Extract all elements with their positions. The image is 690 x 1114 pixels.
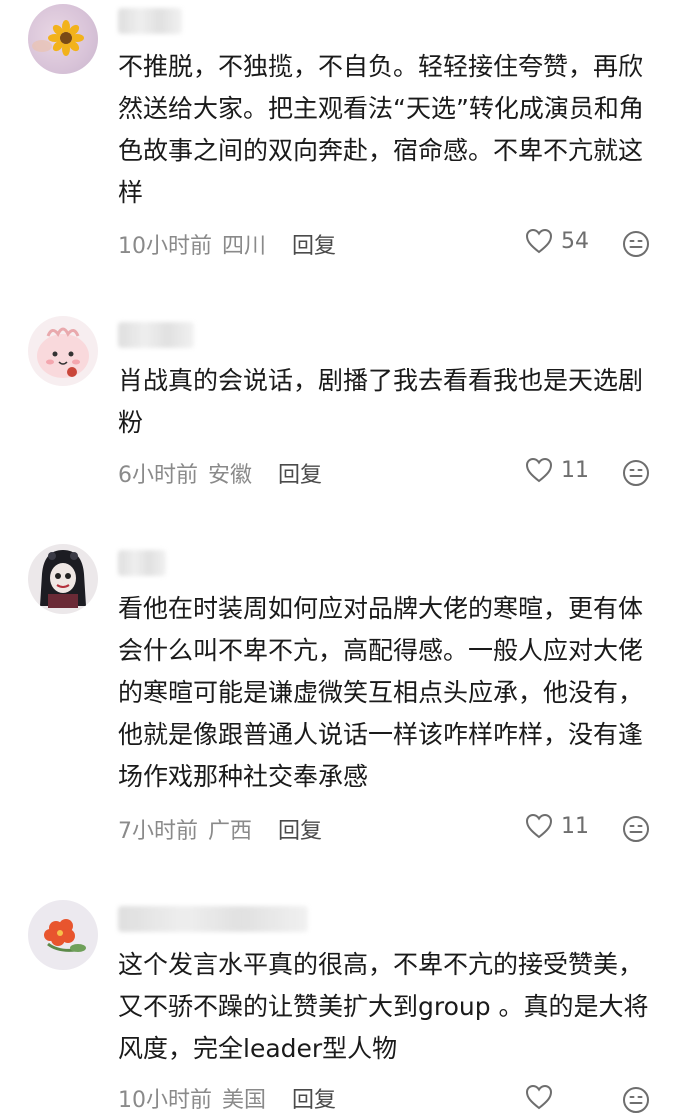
comment-text: 这个发言水平真的很高，不卑不亢的接受赞美，又不骄不躁的让赞美扩大到group 。…	[118, 950, 649, 1063]
comment-text: 看他在时装周如何应对品牌大佬的寒暄，更有体会什么叫不卑不亢，高配得感。一般人应对…	[118, 594, 644, 791]
emoji-button[interactable]	[622, 815, 650, 843]
heart-outline-icon	[525, 457, 553, 483]
reply-button[interactable]: 回复	[278, 457, 322, 489]
emoji-button[interactable]	[622, 459, 650, 487]
flower-avatar-icon	[44, 919, 86, 952]
username-blurred[interactable]	[118, 906, 308, 932]
username-blurred[interactable]	[118, 322, 194, 348]
cartoon-avatar-icon	[37, 327, 89, 378]
avatar[interactable]	[28, 4, 98, 74]
emoji-button[interactable]	[622, 230, 650, 258]
reply-button[interactable]: 回复	[292, 228, 336, 260]
comment-meta: 6小时前 安徽 回复	[118, 457, 322, 489]
sunflower-avatar-icon	[32, 20, 84, 56]
username-blurred[interactable]	[118, 8, 182, 34]
like-count: 11	[561, 457, 589, 483]
like-count: 11	[561, 813, 589, 839]
comment-text: 肖战真的会说话，剧播了我去看看我也是天选剧粉	[118, 366, 644, 437]
heart-outline-icon	[525, 228, 553, 254]
avatar[interactable]	[28, 900, 98, 970]
smiley-icon	[623, 460, 649, 486]
heart-outline-icon	[525, 813, 553, 839]
comment-meta: 10小时前 四川 回复	[118, 228, 336, 260]
comment-location: 安徽	[208, 463, 253, 488]
comment-location: 美国	[222, 1088, 267, 1113]
heart-outline-icon	[525, 1084, 553, 1110]
like-button[interactable]	[525, 1084, 561, 1110]
smiley-icon	[623, 1087, 649, 1113]
reply-button[interactable]: 回复	[278, 813, 322, 845]
smiley-icon	[623, 231, 649, 257]
smiley-icon	[623, 816, 649, 842]
like-button[interactable]: 54	[525, 228, 589, 254]
like-button[interactable]: 11	[525, 813, 589, 839]
avatar[interactable]	[28, 316, 98, 386]
dark-character-avatar-icon	[40, 550, 86, 608]
comment-location: 广西	[208, 819, 253, 844]
comment-location: 四川	[222, 234, 267, 259]
avatar[interactable]	[28, 544, 98, 614]
emoji-button[interactable]	[622, 1086, 650, 1114]
comment-time: 6小时前	[118, 463, 198, 488]
comment-time: 10小时前	[118, 234, 212, 259]
comment-meta: 7小时前 广西 回复	[118, 813, 322, 845]
username-blurred[interactable]	[118, 550, 166, 576]
comment-time: 10小时前	[118, 1088, 212, 1113]
reply-button[interactable]: 回复	[292, 1082, 336, 1114]
comment-time: 7小时前	[118, 819, 198, 844]
comment-meta: 10小时前 美国 回复	[118, 1082, 336, 1114]
like-button[interactable]: 11	[525, 457, 589, 483]
like-count: 54	[561, 228, 589, 254]
comment-text: 不推脱，不独揽，不自负。轻轻接住夸赞，再欣然送给大家。把主观看法“天选”转化成演…	[118, 52, 644, 207]
